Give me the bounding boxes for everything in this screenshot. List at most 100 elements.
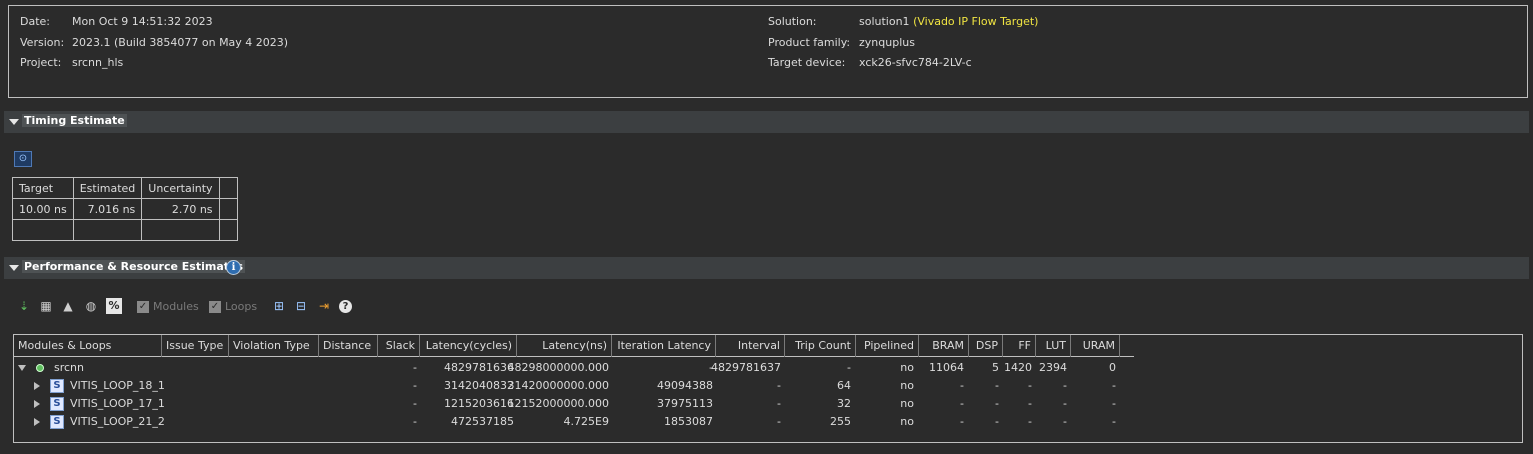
cell-lat-cycles: 1215203616 bbox=[444, 397, 514, 410]
col-header-distance[interactable]: Distance bbox=[319, 335, 378, 357]
cell-trip: 64 bbox=[837, 379, 851, 392]
version-label: Version: bbox=[20, 36, 65, 49]
module-status-icon bbox=[36, 364, 44, 372]
hierarchy-icon[interactable]: ⇣ bbox=[16, 298, 32, 314]
timing-header-row: Target Estimated Uncertainty bbox=[12, 177, 238, 199]
row-name: srcnn bbox=[54, 361, 85, 374]
cell-bram: - bbox=[960, 415, 964, 428]
timing-empty-row bbox=[12, 219, 238, 241]
collapsed-triangle-icon[interactable] bbox=[34, 418, 40, 426]
perf-section-header[interactable]: Performance & Resource Estimates i bbox=[4, 257, 1529, 279]
cell-interval: 4829781637 bbox=[711, 361, 781, 374]
table-row[interactable]: S VITIS_LOOP_17_1 - 1215203616 12152000000.0… bbox=[14, 395, 1134, 413]
warning-icon[interactable]: ▲ bbox=[60, 298, 76, 314]
cell-lat-ns: 4.725E9 bbox=[563, 415, 609, 428]
family-label: Product family: bbox=[768, 36, 851, 49]
modules-checkbox[interactable]: ✓ Modules bbox=[137, 300, 199, 313]
col-header-latency-ns[interactable]: Latency(ns) bbox=[517, 335, 612, 357]
col-header-lut[interactable]: LUT bbox=[1036, 335, 1071, 357]
collapse-triangle-icon[interactable] bbox=[9, 119, 19, 125]
cell-lat-cycles: 4829781636 bbox=[444, 361, 514, 374]
cell-iter-lat: 1853087 bbox=[664, 415, 713, 428]
table-row[interactable]: S VITIS_LOOP_21_2 - 472537185 4.725E9 1853087… bbox=[14, 413, 1134, 431]
timing-section-header[interactable]: Timing Estimate bbox=[4, 111, 1529, 133]
cell-dsp: - bbox=[995, 397, 999, 410]
row-name: VITIS_LOOP_21_2 bbox=[70, 415, 165, 428]
percent-icon[interactable]: % bbox=[106, 298, 122, 314]
row-name: VITIS_LOOP_18_1 bbox=[70, 379, 165, 392]
col-header-pipelined[interactable]: Pipelined bbox=[856, 335, 919, 357]
cell-trip: - bbox=[847, 361, 851, 374]
solution-flow: (Vivado IP Flow Target) bbox=[913, 15, 1039, 28]
timing-header-uncertainty: Uncertainty bbox=[141, 177, 220, 199]
cell-pipelined: no bbox=[900, 397, 914, 410]
col-header-slack[interactable]: Slack bbox=[378, 335, 420, 357]
perf-section-title: Performance & Resource Estimates bbox=[22, 260, 246, 273]
expanded-triangle-icon[interactable] bbox=[18, 365, 26, 371]
project-label: Project: bbox=[20, 56, 62, 69]
collapse-all-icon[interactable]: ⊟ bbox=[293, 298, 309, 314]
cell-uram: - bbox=[1112, 379, 1116, 392]
export-icon[interactable]: ⇥ bbox=[316, 298, 332, 314]
cell-ff: - bbox=[1028, 415, 1032, 428]
row-name: VITIS_LOOP_17_1 bbox=[70, 397, 165, 410]
timing-target-value: 10.00 ns bbox=[12, 198, 74, 220]
cell-interval: - bbox=[777, 379, 781, 392]
col-header-bram[interactable]: BRAM bbox=[919, 335, 969, 357]
family-value: zynquplus bbox=[859, 36, 915, 49]
solution-value: solution1 bbox=[859, 15, 910, 28]
col-header-violation-type[interactable]: Violation Type bbox=[229, 335, 319, 357]
cell-interval: - bbox=[777, 415, 781, 428]
cell-lut: 2394 bbox=[1039, 361, 1067, 374]
timing-table: Target Estimated Uncertainty 10.00 ns 7.… bbox=[12, 177, 238, 241]
timing-value-row: 10.00 ns 7.016 ns 2.70 ns bbox=[12, 198, 238, 220]
cell-ff: - bbox=[1028, 379, 1032, 392]
date-label: Date: bbox=[20, 15, 50, 28]
col-header-trip-count[interactable]: Trip Count bbox=[785, 335, 856, 357]
collapse-triangle-icon[interactable] bbox=[9, 265, 19, 271]
table-row[interactable]: S VITIS_LOOP_18_1 - 3142040832 31420000000.0… bbox=[14, 377, 1134, 395]
globe-icon[interactable]: ◍ bbox=[83, 298, 99, 314]
cell-pipelined: no bbox=[900, 361, 914, 374]
loop-icon: S bbox=[50, 415, 64, 429]
col-header-modules-loops[interactable]: Modules & Loops bbox=[14, 335, 162, 357]
clock-icon[interactable]: ⊙ bbox=[14, 151, 32, 167]
col-header-ff[interactable]: FF bbox=[1003, 335, 1036, 357]
cell-bram: - bbox=[960, 379, 964, 392]
timing-empty-cell bbox=[72, 219, 143, 241]
col-header-iteration-latency[interactable]: Iteration Latency bbox=[612, 335, 716, 357]
modules-checkbox-box[interactable]: ✓ bbox=[137, 300, 149, 313]
cell-uram: - bbox=[1112, 415, 1116, 428]
col-header-latency-cycles[interactable]: Latency(cycles) bbox=[420, 335, 517, 357]
cell-dsp: - bbox=[995, 415, 999, 428]
cell-lat-cycles: 3142040832 bbox=[444, 379, 514, 392]
solution-label: Solution: bbox=[768, 15, 817, 28]
grid-pattern-icon[interactable]: ▦ bbox=[38, 298, 54, 314]
cell-interval: - bbox=[777, 397, 781, 410]
cell-lat-ns: 48298000000.000 bbox=[507, 361, 609, 374]
col-header-interval[interactable]: Interval bbox=[716, 335, 785, 357]
loops-checkbox[interactable]: ✓ Loops bbox=[209, 300, 257, 313]
solution-summary: Date: Mon Oct 9 14:51:32 2023 Version: 2… bbox=[8, 5, 1528, 98]
timing-value-spacer bbox=[218, 198, 238, 220]
col-header-uram[interactable]: URAM bbox=[1071, 335, 1120, 357]
cell-lat-ns: 31420000000.000 bbox=[507, 379, 609, 392]
timing-header-target: Target bbox=[12, 177, 74, 199]
col-header-dsp[interactable]: DSP bbox=[969, 335, 1003, 357]
collapsed-triangle-icon[interactable] bbox=[34, 400, 40, 408]
expand-all-icon[interactable]: ⊞ bbox=[271, 298, 287, 314]
table-row[interactable]: srcnn - 4829781636 48298000000.000 - 48297816… bbox=[14, 359, 1134, 377]
cell-uram: 0 bbox=[1109, 361, 1116, 374]
timing-uncertainty-value: 2.70 ns bbox=[141, 198, 220, 220]
help-icon[interactable]: ? bbox=[339, 300, 352, 313]
timing-empty-cell bbox=[141, 219, 220, 241]
timing-estimated-value: 7.016 ns bbox=[72, 198, 143, 220]
col-header-issue-type[interactable]: Issue Type bbox=[162, 335, 229, 357]
cell-ff: 1420 bbox=[1004, 361, 1032, 374]
cell-lat-ns: 12152000000.000 bbox=[507, 397, 609, 410]
info-icon[interactable]: i bbox=[226, 260, 241, 275]
loop-icon: S bbox=[50, 379, 64, 393]
collapsed-triangle-icon[interactable] bbox=[34, 382, 40, 390]
loops-checkbox-box[interactable]: ✓ bbox=[209, 300, 221, 313]
project-value: srcnn_hls bbox=[72, 56, 124, 69]
